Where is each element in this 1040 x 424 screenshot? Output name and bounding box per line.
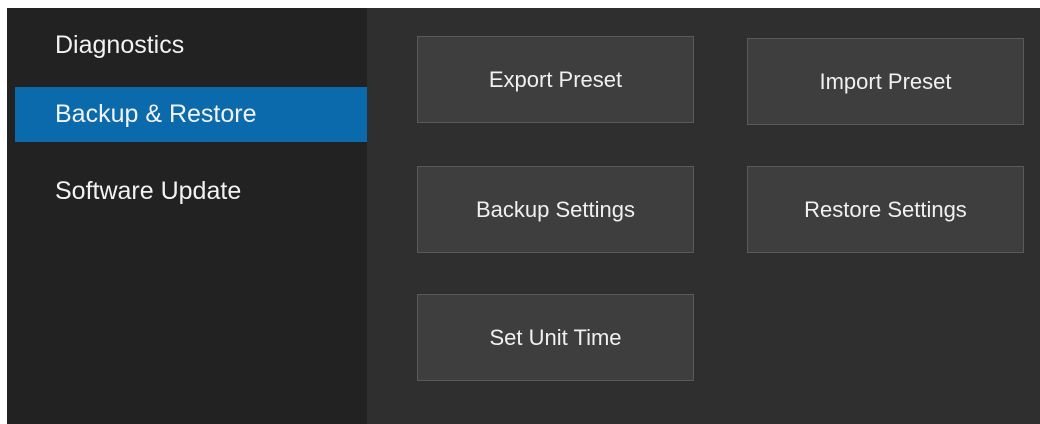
- restore-settings-button[interactable]: Restore Settings: [747, 166, 1024, 253]
- backup-restore-panel: Export Preset Import Preset Backup Setti…: [367, 8, 1040, 424]
- sidebar-item-backup-restore[interactable]: Backup & Restore: [15, 87, 367, 142]
- sidebar-item-software-update[interactable]: Software Update: [15, 164, 367, 219]
- sidebar-item-diagnostics[interactable]: Diagnostics: [15, 18, 367, 73]
- export-preset-button[interactable]: Export Preset: [417, 36, 694, 123]
- settings-window: Diagnostics Backup & Restore Software Up…: [7, 8, 1040, 424]
- import-preset-button[interactable]: Import Preset: [747, 38, 1024, 125]
- backup-settings-button[interactable]: Backup Settings: [417, 166, 694, 253]
- sidebar: Diagnostics Backup & Restore Software Up…: [7, 8, 367, 424]
- set-unit-time-button[interactable]: Set Unit Time: [417, 294, 694, 381]
